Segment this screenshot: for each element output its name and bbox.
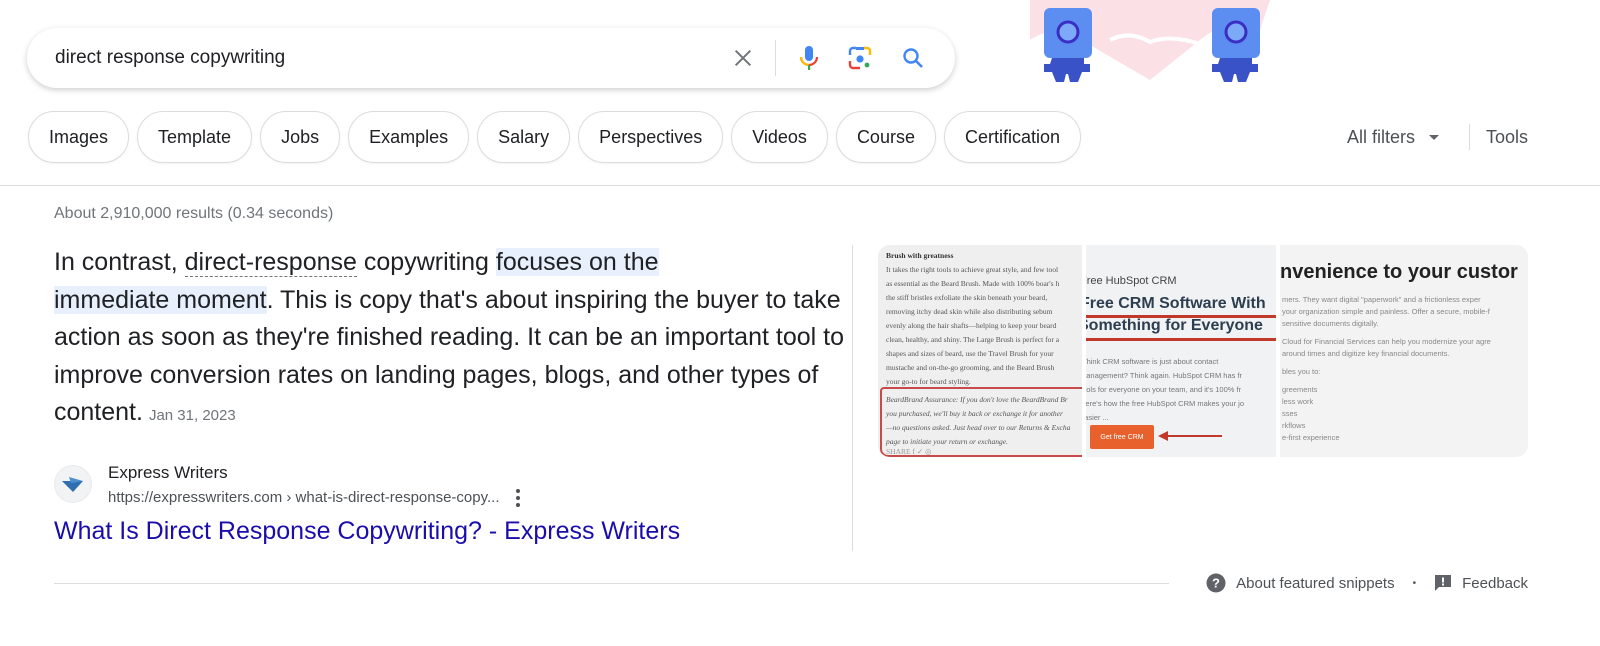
chip-course[interactable]: Course [835,111,936,163]
snippet-term-definition[interactable]: direct-response [184,248,357,277]
snippet-image-1[interactable]: Brush with greatness It takes the right … [878,245,1082,457]
image-text: the stiff bristles exfoliate the skin be… [886,293,1048,302]
snippet-footer: ? About featured snippets • Feedback [1206,573,1528,593]
header-divider [0,185,1600,186]
chip-salary[interactable]: Salary [477,111,571,163]
all-filters-label: All filters [1346,126,1415,147]
site-favicon[interactable] [54,465,92,503]
dropdown-arrow-icon [1428,134,1439,140]
snippet-image-2[interactable]: Free HubSpot CRM Free CRM Software With … [1086,245,1276,457]
tools-button[interactable]: Tools [1486,127,1528,148]
image-text: mustache and on-the-go grooming, and the… [886,363,1055,372]
image-text: nvenience to your custor [1280,261,1518,283]
image-text: removing itchy dead skin while also dist… [886,307,1053,316]
result-stats: About 2,910,000 results (0.34 seconds) [54,205,334,222]
arrow-line [1162,435,1222,437]
image-text: around times and digitize key financial … [1282,349,1450,358]
site-name[interactable]: Express Writers [108,462,520,484]
image-text: shapes and sizes of beard, use the Trave… [886,349,1054,358]
snippet-bottom-divider [54,583,1169,584]
chip-examples[interactable]: Examples [348,111,470,163]
filters-toolbar: All filters Tools [1347,111,1528,163]
image-text: sensitive documents digitally. [1282,319,1379,328]
search-input[interactable]: direct response copywriting [55,28,705,88]
image-cta: Get free CRM [1090,425,1154,449]
snippet-text: copywriting [356,248,496,276]
more-options-icon[interactable] [515,489,520,507]
image-text: greements [1282,385,1318,394]
image-text: clean, healthy, and shiny. The Large Bru… [886,335,1060,344]
chip-template[interactable]: Template [137,111,253,163]
about-featured-snippets-label: About featured snippets [1236,574,1395,592]
snippet-date: Jan 31, 2023 [148,407,236,424]
image-text: your go-to for beard styling. [886,377,971,386]
image-text: Think CRM software is just about contact [1086,357,1219,366]
filter-chips: Images Template Jobs Examples Salary Per… [28,111,1082,163]
image-text: rkflows [1282,421,1306,430]
image-text: mers. They want digital "paperwork" and … [1282,295,1481,304]
robot-right-icon [1212,8,1260,82]
result-source: Express Writers https://expresswriters.c… [54,462,520,509]
chip-images[interactable]: Images [28,111,130,163]
chip-videos[interactable]: Videos [731,111,828,163]
feedback-icon [1435,575,1452,591]
image-text: Brush with greatness [886,251,954,260]
image-text: It takes the right tools to achieve grea… [886,265,1059,274]
search-box: direct response copywriting [27,28,955,88]
featured-snippet-text: In contrast, direct-response copywriting… [54,244,844,435]
snippet-highlight: focuses on the [495,248,659,276]
search-divider [775,40,776,76]
image-text: Free CRM Software With [1086,295,1266,312]
snippet-text-intro: In contrast, [54,248,185,276]
underline [1086,338,1276,341]
image-text: e-first experience [1282,433,1340,442]
chip-jobs[interactable]: Jobs [260,111,341,163]
image-text: easier ... [1086,413,1109,422]
svg-text:?: ? [1212,576,1220,591]
image-text: evenly along the hair shafts—helping to … [886,321,1057,330]
snippet-images: Brush with greatness It takes the right … [878,245,1528,457]
image-text: tools for everyone on your team, and it'… [1086,385,1242,394]
image-text: as essential as the Beard Brush. Made wi… [886,279,1060,288]
snippet-highlight: immediate moment [54,285,267,314]
about-featured-snippets-link[interactable]: ? About featured snippets [1206,573,1395,593]
result-title-link[interactable]: What Is Direct Response Copywriting? - E… [54,517,680,546]
feedback-link[interactable]: Feedback [1434,574,1528,592]
filters-divider [1468,124,1470,150]
image-text: BeardBrand Assurance: If you don't love … [886,395,1068,404]
column-divider [852,245,853,551]
image-text: Something for Everyone [1086,317,1263,334]
image-text: your organization simple and painless. O… [1282,307,1490,316]
robot-left-icon [1044,8,1092,82]
chip-perspectives[interactable]: Perspectives [578,111,724,163]
image-text: bles you to: [1282,367,1321,376]
image-text: Here's how the free HubSpot CRM makes yo… [1086,399,1245,408]
image-text: Cloud for Financial Services can help yo… [1282,337,1491,346]
site-url[interactable]: https://expresswriters.com › what-is-dir… [108,487,500,509]
chip-certification[interactable]: Certification [943,111,1082,163]
clear-icon[interactable] [727,42,759,74]
image-text: page to initiate your return or exchange… [886,437,1008,446]
help-icon: ? [1206,573,1226,593]
image-text: SHARE f ✓ ◎ [886,447,932,456]
image-text: sses [1282,409,1298,418]
google-doodle[interactable] [1000,0,1300,100]
lens-icon[interactable] [844,42,876,74]
image-text: less work [1282,397,1314,406]
image-text: you purchased, we'll buy it back or exch… [886,409,1063,418]
feedback-label: Feedback [1462,574,1528,592]
all-filters-button[interactable]: All filters [1347,127,1439,148]
image-text: management? Think again. HubSpot CRM has… [1086,371,1243,380]
image-text: Free HubSpot CRM [1086,275,1177,287]
mic-icon[interactable] [793,42,825,74]
search-icon[interactable] [897,42,929,74]
image-text: —no questions asked. Just head over to o… [886,423,1071,432]
snippet-image-3[interactable]: nvenience to your custor mers. They want… [1280,245,1528,457]
separator-dot: • [1412,577,1417,589]
